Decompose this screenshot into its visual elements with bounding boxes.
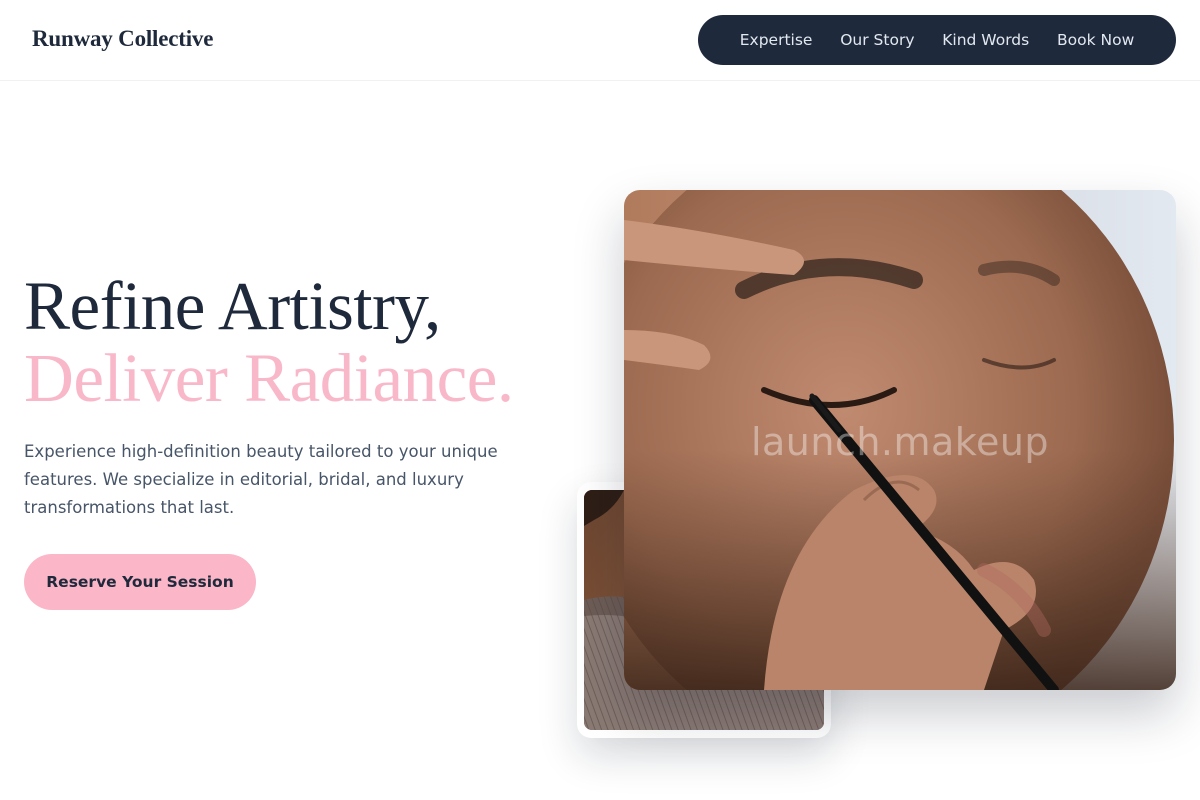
brand-logo[interactable]: Runway Collective [32,26,213,52]
hero-main-image [624,190,1176,690]
hero-title-line1: Refine Artistry, [24,268,441,344]
hero-title-line2: Deliver Radiance. [24,340,514,416]
hero-title: Refine Artistry, Deliver Radiance. [24,270,514,414]
hero-description: Experience high-definition beauty tailor… [24,442,498,517]
reserve-session-button[interactable]: Reserve Your Session [24,554,256,610]
site-header: Runway Collective Expertise Our Story Ki… [0,0,1200,81]
nav-link-kind-words[interactable]: Kind Words [942,31,1029,49]
nav-link-our-story[interactable]: Our Story [840,31,914,49]
nav-link-book-now[interactable]: Book Now [1057,31,1134,49]
main-nav: Expertise Our Story Kind Words Book Now [698,15,1176,65]
nav-link-expertise[interactable]: Expertise [740,31,813,49]
